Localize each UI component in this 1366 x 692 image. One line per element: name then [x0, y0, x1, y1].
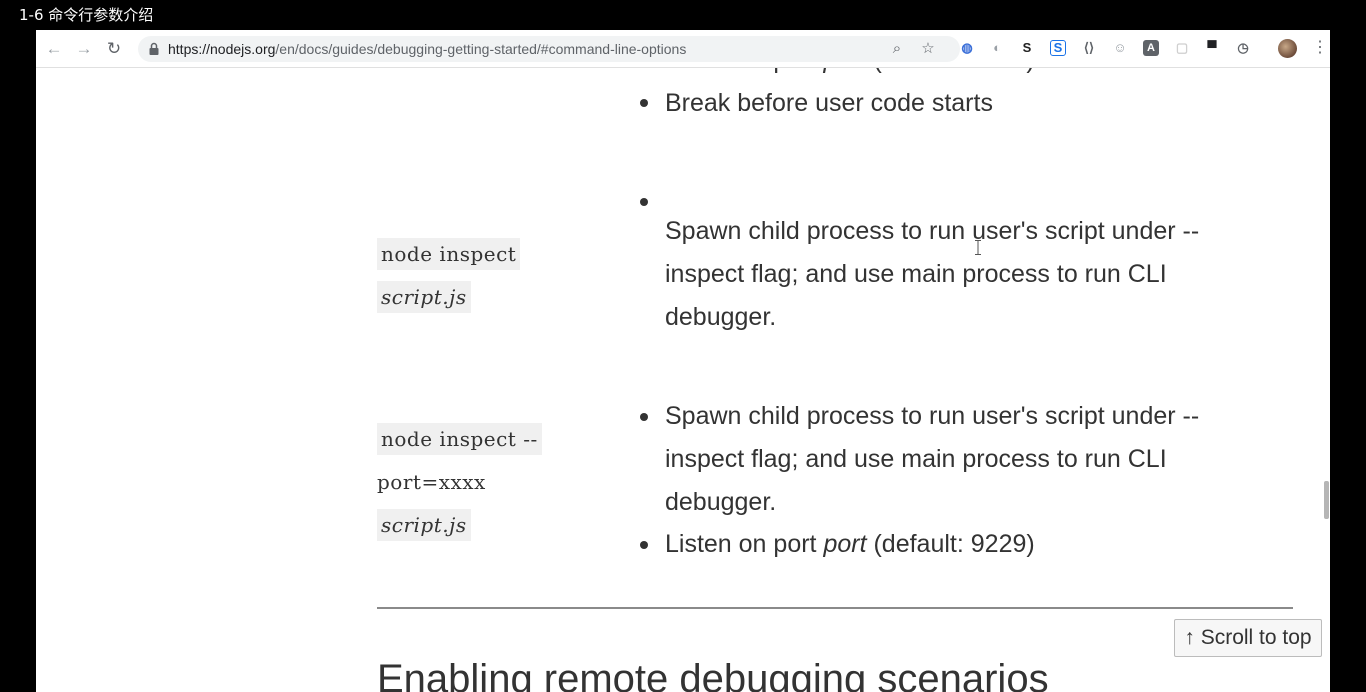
- url-text[interactable]: https://nodejs.org/en/docs/guides/debugg…: [168, 41, 686, 57]
- s-blue-ext-icon[interactable]: S: [1050, 40, 1066, 56]
- player-title-bar: 1-6 命令行参数介绍: [0, 0, 1366, 30]
- forward-arrow-icon[interactable]: →: [74, 39, 94, 59]
- code-port-xxxx: port=xxxx: [377, 470, 486, 494]
- bullet-dot: [640, 541, 648, 549]
- bullet-break-before-user-code: Break before user code starts: [665, 89, 993, 117]
- a-ext-icon[interactable]: A: [1143, 40, 1159, 56]
- bullet-spawn2-line3: debugger.: [665, 488, 777, 516]
- face-ext-icon[interactable]: ☺: [1112, 40, 1128, 56]
- code-node-inspect: node inspect: [377, 238, 521, 270]
- bullet-spawn2-line2: inspect flag; and use main process to ru…: [665, 445, 1167, 473]
- code-node-inspect-port: node inspect --: [377, 423, 542, 455]
- section-heading: Enabling remote debugging scenarios: [377, 657, 1049, 692]
- lock-icon: [149, 42, 159, 55]
- reload-icon[interactable]: ↻: [104, 39, 124, 59]
- player-right-edge: [1330, 30, 1366, 692]
- clock-ext-icon[interactable]: ◷: [1235, 40, 1251, 56]
- bullet-spawn-line3: debugger.: [665, 303, 777, 331]
- back-arrow-icon[interactable]: ←: [44, 39, 64, 59]
- zoom-icon[interactable]: ⌕: [888, 40, 906, 58]
- star-icon[interactable]: ☆: [919, 40, 937, 58]
- profile-avatar[interactable]: [1278, 39, 1297, 58]
- url-host: https://nodejs.org: [168, 41, 276, 57]
- section-divider: [377, 607, 1293, 609]
- browser-toolbar: ← → ↻ https://nodejs.org/en/docs/guides/…: [36, 30, 1330, 68]
- s-ext-icon[interactable]: S: [1019, 40, 1035, 56]
- tab-ext-icon[interactable]: ▀: [1204, 40, 1220, 56]
- blank-ext-icon[interactable]: ▢: [1174, 40, 1190, 56]
- bullet-dot: [640, 99, 648, 107]
- page-content: Listen on port port (default: 9229) Brea…: [36, 46, 1330, 692]
- scrollbar-thumb[interactable]: [1324, 481, 1329, 519]
- url-path: /en/docs/guides/debugging-getting-starte…: [275, 41, 687, 57]
- text-cursor-icon: [975, 240, 981, 255]
- code-script-js: script.js: [377, 509, 471, 541]
- translate-ext-icon[interactable]: ◍: [959, 40, 975, 56]
- devtools-ext-icon[interactable]: ⟨⟩: [1081, 40, 1097, 56]
- browser-window: ← → ↻ https://nodejs.org/en/docs/guides/…: [36, 30, 1330, 692]
- address-bar[interactable]: https://nodejs.org/en/docs/guides/debugg…: [138, 36, 960, 62]
- more-menu-icon[interactable]: ⋮: [1312, 38, 1328, 58]
- bullet-dot: [640, 198, 648, 206]
- grammar-ext-icon[interactable]: ◐: [989, 40, 1005, 56]
- bullet-spawn2-line1: Spawn child process to run user's script…: [665, 402, 1200, 430]
- bullet-spawn-line2: inspect flag; and use main process to ru…: [665, 260, 1167, 288]
- video-title: 1-6 命令行参数介绍: [19, 6, 154, 24]
- bullet-listen-port: Listen on port port (default: 9229): [665, 530, 1035, 558]
- scroll-to-top-button[interactable]: ↑ Scroll to top: [1174, 619, 1322, 657]
- bullet-spawn-line1: Spawn child process to run user's script…: [665, 217, 1200, 245]
- bullet-dot: [640, 413, 648, 421]
- code-script-js: script.js: [377, 281, 471, 313]
